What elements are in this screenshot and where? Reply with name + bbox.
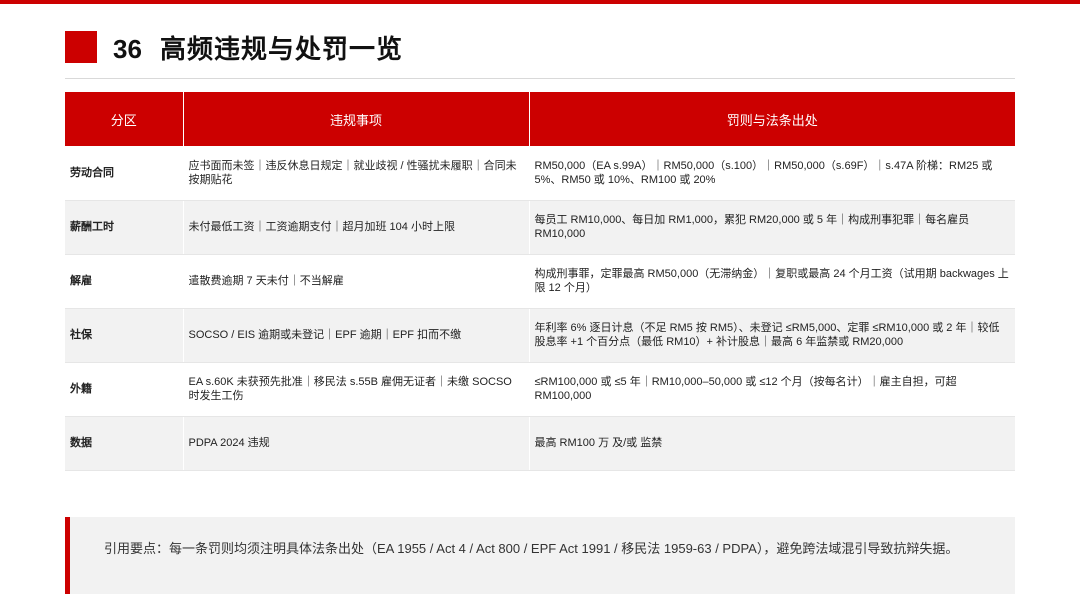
violation-cell: SOCSO / EIS 逾期或未登记｜EPF 逾期｜EPF 扣而不缴 [183, 308, 530, 363]
violation-cell: 未付最低工资｜工资逾期支付｜超月加班 104 小时上限 [183, 200, 530, 255]
penalty-cell: RM50,000（EA s.99A）｜RM50,000（s.100）｜RM50,… [529, 146, 1015, 201]
table-row: 解雇 遣散费逾期 7 天未付｜不当解雇 构成刑事罪，定罪最高 RM50,000（… [65, 254, 1015, 309]
violation-cell: PDPA 2024 违规 [183, 416, 530, 471]
penalty-cell: 年利率 6% 逐日计息（不足 RM5 按 RM5）、未登记 ≤RM5,000、定… [529, 308, 1015, 363]
violation-cell: EA s.60K 未获预先批准｜移民法 s.55B 雇佣无证者｜未缴 SOCSO… [183, 362, 530, 417]
top-accent-stripe [0, 0, 1080, 4]
column-header-zone: 分区 [65, 92, 184, 146]
penalty-cell: ≤RM100,000 或 ≤5 年｜RM10,000–50,000 或 ≤12 … [529, 362, 1015, 417]
table-row: 社保 SOCSO / EIS 逾期或未登记｜EPF 逾期｜EPF 扣而不缴 年利… [65, 308, 1015, 363]
penalty-cell: 最高 RM100 万 及/或 监禁 [529, 416, 1015, 471]
zone-cell: 解雇 [65, 254, 184, 309]
table-row: 数据 PDPA 2024 违规 最高 RM100 万 及/或 监禁 [65, 416, 1015, 471]
zone-cell: 数据 [65, 416, 184, 471]
table-row: 外籍 EA s.60K 未获预先批准｜移民法 s.55B 雇佣无证者｜未缴 SO… [65, 362, 1015, 417]
violations-table: 分区 违规事项 罚则与法条出处 劳动合同 应书面而未签｜违反休息日规定｜就业歧视… [65, 92, 1015, 471]
slide-number: 36 [113, 34, 142, 64]
zone-cell: 薪酬工时 [65, 200, 184, 255]
table-row: 劳动合同 应书面而未签｜违反休息日规定｜就业歧视 / 性骚扰未履职｜合同未按期贴… [65, 146, 1015, 201]
table-header-row: 分区 违规事项 罚则与法条出处 [65, 92, 1015, 146]
penalty-cell: 每员工 RM10,000、每日加 RM1,000，累犯 RM20,000 或 5… [529, 200, 1015, 255]
page-title: 高频违规与处罚一览 [160, 34, 404, 64]
citation-note-box: 引用要点：每一条罚则均须注明具体法条出处（EA 1955 / Act 4 / A… [65, 517, 1015, 594]
zone-cell: 劳动合同 [65, 146, 184, 201]
table-row: 薪酬工时 未付最低工资｜工资逾期支付｜超月加班 104 小时上限 每员工 RM1… [65, 200, 1015, 255]
column-header-violation: 违规事项 [183, 92, 530, 146]
citation-note-text: 引用要点：每一条罚则均须注明具体法条出处（EA 1955 / Act 4 / A… [104, 541, 959, 556]
title-divider [65, 78, 1015, 79]
note-accent-bar [65, 517, 70, 594]
violation-cell: 遣散费逾期 7 天未付｜不当解雇 [183, 254, 530, 309]
column-header-penalty: 罚则与法条出处 [529, 92, 1015, 146]
zone-cell: 社保 [65, 308, 184, 363]
penalty-cell: 构成刑事罪，定罪最高 RM50,000（无滞纳金）｜复职或最高 24 个月工资（… [529, 254, 1015, 309]
violation-cell: 应书面而未签｜违反休息日规定｜就业歧视 / 性骚扰未履职｜合同未按期贴花 [183, 146, 530, 201]
zone-cell: 外籍 [65, 362, 184, 417]
title-accent-square [65, 31, 97, 63]
